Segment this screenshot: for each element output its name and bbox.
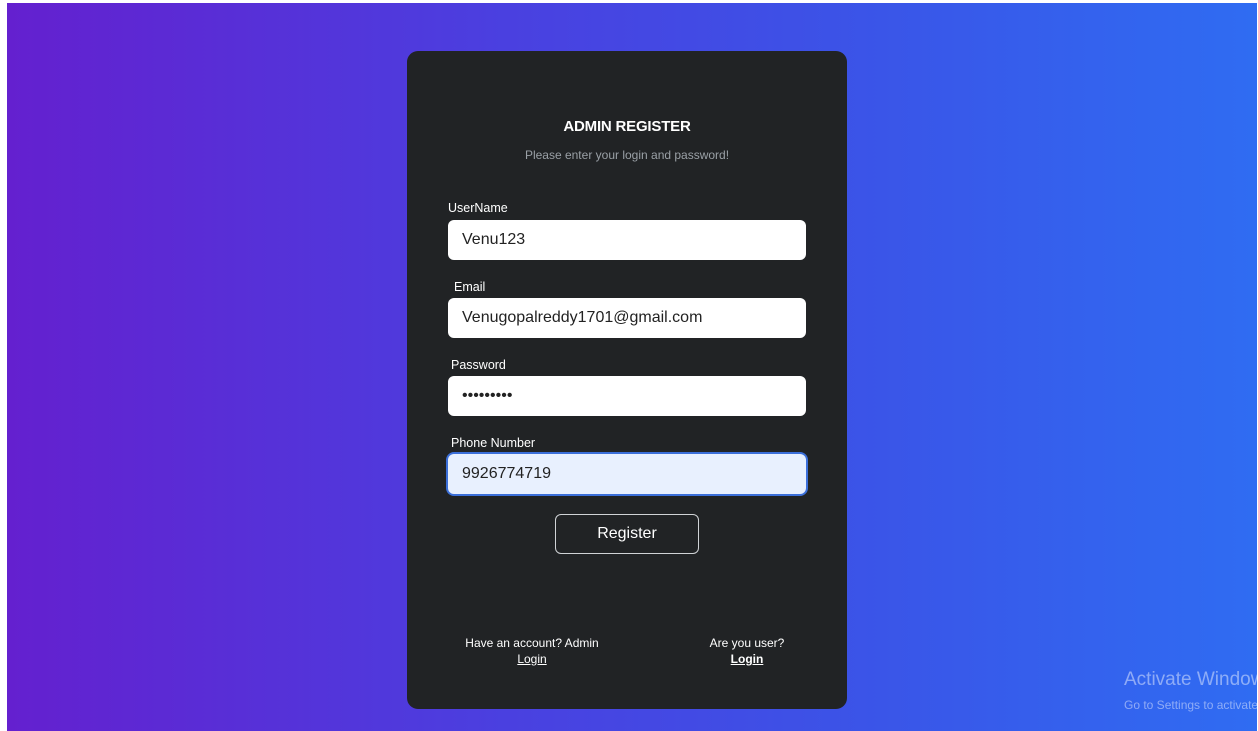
user-login-link[interactable]: Login <box>697 651 797 667</box>
password-label: Password <box>451 358 506 372</box>
activate-windows-subtitle: Go to Settings to activate Windows. <box>1124 698 1257 712</box>
activate-windows-title: Activate Windows <box>1124 669 1257 690</box>
username-label: UserName <box>448 201 508 215</box>
username-input[interactable] <box>448 220 806 260</box>
admin-login-prompt: Have an account? Admin Login <box>457 635 607 667</box>
email-label: Email <box>454 280 486 294</box>
register-button[interactable]: Register <box>555 514 699 554</box>
form-subtitle: Please enter your login and password! <box>524 148 730 162</box>
admin-prompt-text: Have an account? Admin <box>465 636 599 650</box>
user-login-prompt: Are you user? Login <box>697 635 797 667</box>
phone-input[interactable] <box>448 454 806 494</box>
register-card: ADMIN REGISTER Please enter your login a… <box>407 51 847 709</box>
user-prompt-text: Are you user? <box>709 636 785 650</box>
page-background: ADMIN REGISTER Please enter your login a… <box>7 3 1257 731</box>
password-input[interactable] <box>448 376 806 416</box>
email-input[interactable] <box>448 298 806 338</box>
admin-login-link[interactable]: Login <box>457 651 607 667</box>
form-title: ADMIN REGISTER <box>563 118 691 135</box>
phone-label: Phone Number <box>451 436 536 450</box>
